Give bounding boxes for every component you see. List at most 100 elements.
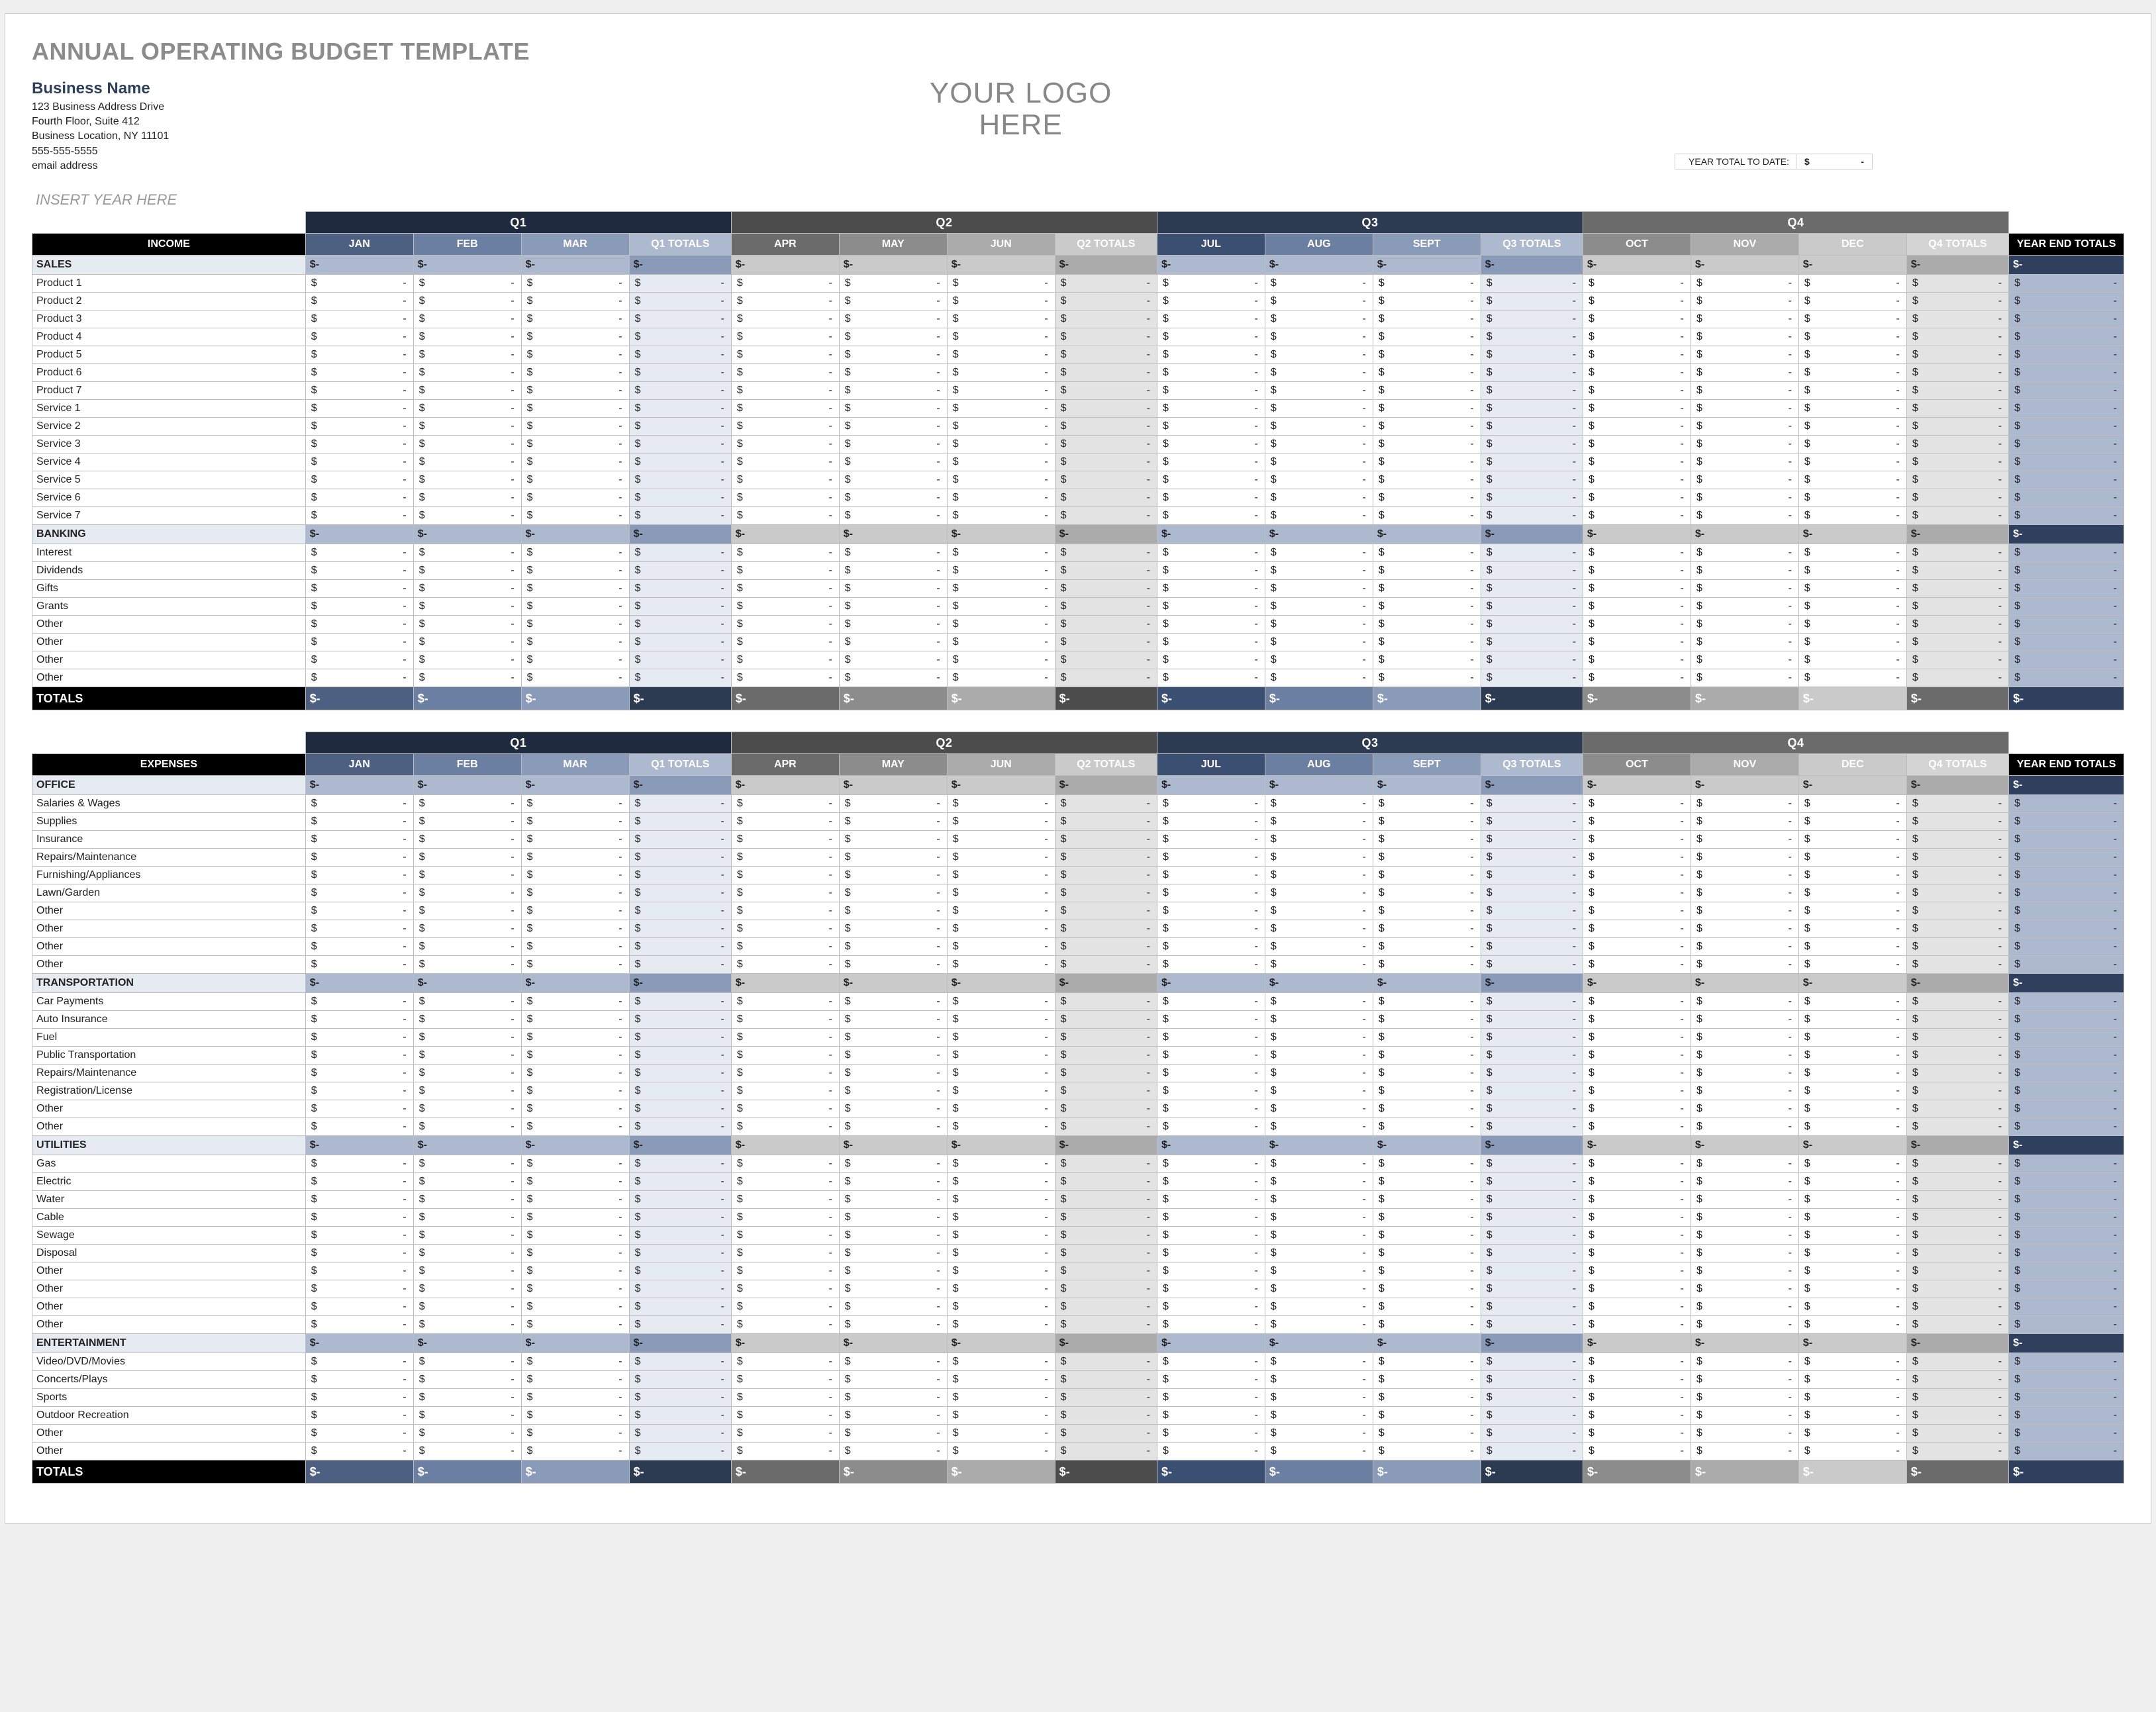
value-cell[interactable] xyxy=(1373,1028,1481,1046)
value-cell[interactable] xyxy=(521,292,629,310)
value-cell[interactable] xyxy=(1373,1406,1481,1424)
value-cell[interactable] xyxy=(413,597,521,615)
value-cell[interactable] xyxy=(413,1064,521,1082)
value-cell[interactable] xyxy=(305,866,413,884)
value-cell[interactable] xyxy=(413,669,521,687)
value-cell[interactable] xyxy=(1798,1028,1906,1046)
value-cell[interactable] xyxy=(413,399,521,417)
value-cell[interactable] xyxy=(1265,1010,1373,1028)
value-cell[interactable] xyxy=(839,615,947,633)
value-cell[interactable] xyxy=(1583,1460,1691,1483)
value-cell[interactable] xyxy=(839,920,947,937)
value-cell[interactable] xyxy=(1583,651,1691,669)
value-cell[interactable] xyxy=(413,884,521,902)
value-cell[interactable] xyxy=(1157,1353,1265,1370)
value-cell[interactable] xyxy=(413,1208,521,1226)
value-cell[interactable] xyxy=(1690,1028,1798,1046)
value-cell[interactable] xyxy=(1798,417,1906,435)
value-cell[interactable] xyxy=(1690,1244,1798,1262)
value-cell[interactable] xyxy=(1583,1135,1691,1155)
value-cell[interactable] xyxy=(1583,937,1691,955)
value-cell[interactable] xyxy=(1373,866,1481,884)
value-cell[interactable] xyxy=(947,1298,1055,1315)
value-cell[interactable] xyxy=(947,489,1055,506)
value-cell[interactable] xyxy=(1583,453,1691,471)
value-cell[interactable] xyxy=(413,830,521,848)
value-cell[interactable] xyxy=(1798,310,1906,328)
value-cell[interactable] xyxy=(839,328,947,346)
value-cell[interactable] xyxy=(839,453,947,471)
value-cell[interactable] xyxy=(1265,1226,1373,1244)
value-cell[interactable] xyxy=(1583,669,1691,687)
value-cell[interactable] xyxy=(1798,579,1906,597)
value-cell[interactable] xyxy=(839,1135,947,1155)
value-cell[interactable] xyxy=(731,902,839,920)
value-cell[interactable] xyxy=(521,794,629,812)
value-cell[interactable] xyxy=(1157,544,1265,561)
value-cell[interactable] xyxy=(413,1442,521,1460)
value-cell[interactable] xyxy=(1265,830,1373,848)
value-cell[interactable] xyxy=(839,1226,947,1244)
value-cell[interactable] xyxy=(1265,651,1373,669)
value-cell[interactable] xyxy=(1265,1333,1373,1353)
value-cell[interactable] xyxy=(413,955,521,973)
value-cell[interactable] xyxy=(1583,633,1691,651)
value-cell[interactable] xyxy=(839,506,947,524)
value-cell[interactable] xyxy=(1583,310,1691,328)
value-cell[interactable] xyxy=(731,992,839,1010)
value-cell[interactable] xyxy=(1798,1244,1906,1262)
value-cell[interactable] xyxy=(413,1353,521,1370)
value-cell[interactable] xyxy=(1373,1226,1481,1244)
value-cell[interactable] xyxy=(731,597,839,615)
value-cell[interactable] xyxy=(839,955,947,973)
value-cell[interactable] xyxy=(1690,973,1798,992)
value-cell[interactable] xyxy=(1798,453,1906,471)
value-cell[interactable] xyxy=(1265,274,1373,292)
value-cell[interactable] xyxy=(521,1046,629,1064)
value-cell[interactable] xyxy=(413,544,521,561)
value-cell[interactable] xyxy=(731,937,839,955)
value-cell[interactable] xyxy=(1798,992,1906,1010)
value-cell[interactable] xyxy=(1690,615,1798,633)
value-cell[interactable] xyxy=(1690,506,1798,524)
value-cell[interactable] xyxy=(1798,1118,1906,1135)
value-cell[interactable] xyxy=(1157,292,1265,310)
value-cell[interactable] xyxy=(1157,255,1265,274)
value-cell[interactable] xyxy=(305,937,413,955)
value-cell[interactable] xyxy=(305,1298,413,1315)
value-cell[interactable] xyxy=(1798,544,1906,561)
value-cell[interactable] xyxy=(305,1460,413,1483)
value-cell[interactable] xyxy=(1265,1280,1373,1298)
value-cell[interactable] xyxy=(1157,346,1265,363)
value-cell[interactable] xyxy=(839,435,947,453)
value-cell[interactable] xyxy=(731,1028,839,1046)
value-cell[interactable] xyxy=(1157,471,1265,489)
value-cell[interactable] xyxy=(1373,651,1481,669)
value-cell[interactable] xyxy=(1690,669,1798,687)
value-cell[interactable] xyxy=(413,561,521,579)
value-cell[interactable] xyxy=(521,633,629,651)
value-cell[interactable] xyxy=(521,1244,629,1262)
value-cell[interactable] xyxy=(1690,937,1798,955)
value-cell[interactable] xyxy=(1265,1155,1373,1172)
value-cell[interactable] xyxy=(947,381,1055,399)
value-cell[interactable] xyxy=(1157,651,1265,669)
value-cell[interactable] xyxy=(1690,866,1798,884)
value-cell[interactable] xyxy=(1265,812,1373,830)
value-cell[interactable] xyxy=(1690,1388,1798,1406)
value-cell[interactable] xyxy=(305,1244,413,1262)
value-cell[interactable] xyxy=(413,310,521,328)
value-cell[interactable] xyxy=(1373,1100,1481,1118)
value-cell[interactable] xyxy=(1583,848,1691,866)
value-cell[interactable] xyxy=(1157,812,1265,830)
value-cell[interactable] xyxy=(1583,812,1691,830)
value-cell[interactable] xyxy=(731,1046,839,1064)
value-cell[interactable] xyxy=(1157,1082,1265,1100)
value-cell[interactable] xyxy=(521,310,629,328)
value-cell[interactable] xyxy=(1690,775,1798,794)
value-cell[interactable] xyxy=(1583,920,1691,937)
value-cell[interactable] xyxy=(1583,524,1691,544)
value-cell[interactable] xyxy=(305,687,413,710)
value-cell[interactable] xyxy=(1265,524,1373,544)
value-cell[interactable] xyxy=(731,1424,839,1442)
